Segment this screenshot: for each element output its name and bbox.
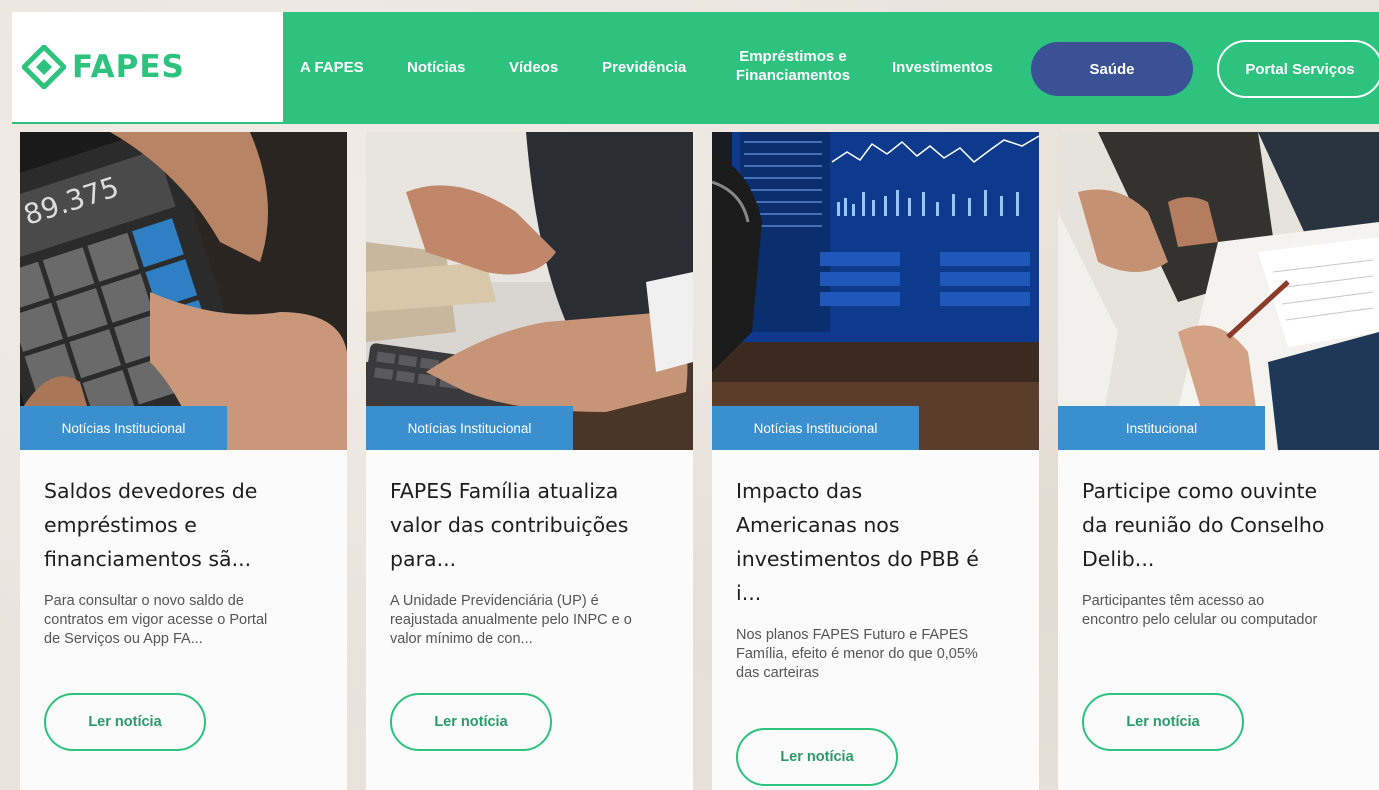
card-category-tag[interactable]: Notícias Institucional <box>20 406 227 450</box>
card-excerpt: Nos planos FAPES Futuro e FAPES Família,… <box>736 627 978 681</box>
card-excerpt: A Unidade Previdenciária (UP) é reajusta… <box>390 593 632 647</box>
card-title[interactable]: Participe como ouvinte da reunião do Con… <box>1082 474 1362 576</box>
hand-typing-image <box>366 132 693 450</box>
meeting-documents-image <box>1058 132 1379 450</box>
saude-button[interactable]: Saúde <box>1031 42 1193 96</box>
nav-emprestimos[interactable]: Empréstimos e Financiamentos <box>729 47 857 85</box>
fapes-logo-icon <box>22 45 66 89</box>
nav-noticias[interactable]: Notícias <box>407 58 465 77</box>
card-category-tag[interactable]: Notícias Institucional <box>366 406 573 450</box>
card-excerpt: Participantes têm acesso ao encontro pel… <box>1082 593 1318 628</box>
site-header: FAPES A FAPES Notícias Vídeos Previdênci… <box>12 12 1379 124</box>
card-title[interactable]: Saldos devedores de empréstimos e financ… <box>44 474 324 576</box>
main-nav: A FAPES Notícias Vídeos Previdência Empr… <box>283 12 1379 124</box>
card-category-tag[interactable]: Notícias Institucional <box>712 406 919 450</box>
nav-previdencia[interactable]: Previdência <box>602 58 686 77</box>
stock-monitor-image <box>712 132 1039 450</box>
card-title[interactable]: FAPES Família atualiza valor das contrib… <box>390 474 670 576</box>
calculator-image: 89.375 <box>20 132 347 450</box>
card-category-tag[interactable]: Institucional <box>1058 406 1265 450</box>
nav-a-fapes[interactable]: A FAPES <box>300 58 364 77</box>
logo-text: FAPES <box>72 49 185 85</box>
logo[interactable]: FAPES <box>12 12 283 124</box>
news-card: Notícias Institucional FAPES Família atu… <box>366 132 693 790</box>
card-excerpt: Para consultar o novo saldo de contratos… <box>44 593 268 647</box>
news-card: 89.375 Notícias Institucional Saldos dev… <box>20 132 347 790</box>
portal-servicos-button[interactable]: Portal Serviços <box>1217 40 1379 98</box>
nav-videos[interactable]: Vídeos <box>509 58 558 77</box>
news-card: Notícias Institucional Impacto das Ameri… <box>712 132 1039 790</box>
nav-investimentos[interactable]: Investimentos <box>892 58 993 77</box>
news-card: Institucional Participe como ouvinte da … <box>1058 132 1379 790</box>
read-news-button[interactable]: Ler notícia <box>736 728 898 786</box>
read-news-button[interactable]: Ler notícia <box>390 693 552 751</box>
read-news-button[interactable]: Ler notícia <box>1082 693 1244 751</box>
read-news-button[interactable]: Ler notícia <box>44 693 206 751</box>
card-image-stock-screen[interactable] <box>712 132 1039 450</box>
card-image-calculator[interactable]: 89.375 <box>20 132 347 450</box>
card-image-hand-calculator[interactable] <box>366 132 693 450</box>
card-title[interactable]: Impacto das Americanas nos investimentos… <box>736 474 1016 610</box>
card-image-meeting[interactable] <box>1058 132 1379 450</box>
